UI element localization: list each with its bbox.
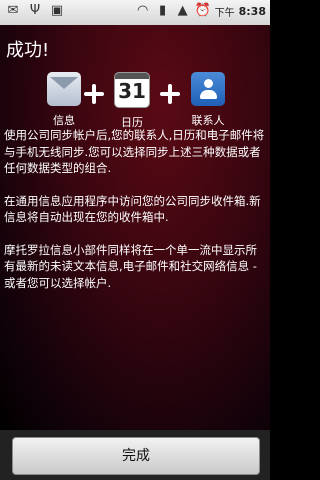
alarm-icon: ⏰ <box>194 3 211 18</box>
mail-icon: ✉ <box>7 3 19 18</box>
paragraph: 使用公司同步帐户后,您的联系人,日历和电子邮件将与手机无线同步.您可以选择同步上… <box>4 128 265 175</box>
wifi-icon: ◠ <box>136 3 149 18</box>
calendar-icon: 31 <box>114 72 150 108</box>
usb-icon: Ψ <box>29 3 41 18</box>
app-contacts-label: 联系人 <box>191 114 225 127</box>
plus-icon <box>160 84 180 104</box>
app-messaging-label: 信息 <box>53 114 75 127</box>
signal-icon: ▲ <box>177 3 188 18</box>
status-time: 8:38 <box>238 4 266 18</box>
envelope-icon <box>47 72 81 106</box>
app-calendar: 31 日历 <box>103 72 161 130</box>
button-bar: 完成 <box>0 430 270 480</box>
paragraph: 在通用信息应用程序中访问您的公司同步收件箱.新信息将自动出现在您的收件箱中. <box>4 193 261 225</box>
description: 使用公司同步帐户后,您的联系人,日历和电子邮件将与手机无线同步.您可以选择同步上… <box>4 127 266 307</box>
done-button[interactable]: 完成 <box>12 437 260 475</box>
paragraph: 摩托罗拉信息小部件同样将在一个单一流中显示所有最新的未读文本信息,电子邮件和社交… <box>4 242 257 290</box>
app-contacts: 联系人 <box>179 72 237 128</box>
sync-apps-row: 信息 31 日历 联系人 <box>0 72 270 134</box>
contacts-icon <box>191 72 225 106</box>
status-ampm: 下午 <box>214 7 235 19</box>
plus-icon <box>84 84 104 104</box>
battery-charging-icon: ▮ <box>159 3 167 18</box>
setup-success-screen: 成功! 信息 31 日历 联系人 使用公司同步帐户后,您的联系人,日历和电子邮件… <box>0 25 270 430</box>
status-bar: ✉ Ψ ▣ ◠ ▮ ▲ ⏰ 下午 8:38 <box>0 0 270 25</box>
page-title: 成功! <box>6 40 50 61</box>
android-icon: ▣ <box>50 3 64 18</box>
